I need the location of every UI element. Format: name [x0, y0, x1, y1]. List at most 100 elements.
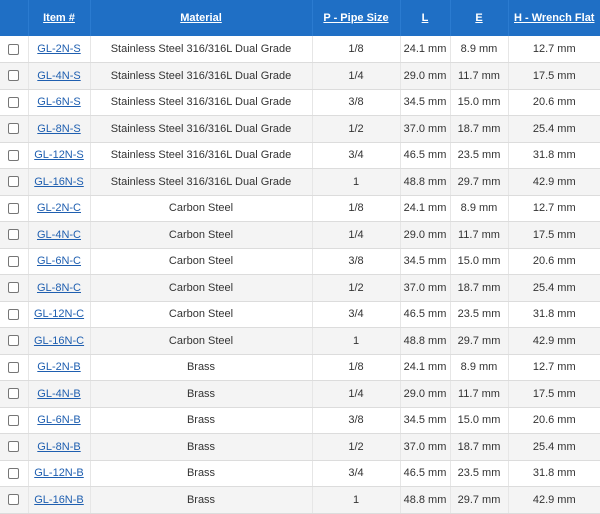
material-cell: Brass	[90, 460, 313, 487]
row-select-cell	[0, 168, 29, 196]
item-cell: GL-4N-S	[28, 62, 91, 90]
h-cell: 25.4 mm	[508, 115, 600, 143]
item-link[interactable]: GL-6N-C	[37, 255, 81, 267]
l-cell: 48.8 mm	[400, 327, 451, 355]
row-checkbox[interactable]	[8, 70, 20, 82]
item-link[interactable]: GL-2N-C	[37, 202, 81, 214]
e-cell: 11.7 mm	[450, 62, 509, 90]
item-link[interactable]: GL-2N-S	[37, 43, 80, 55]
l-cell: 48.8 mm	[400, 486, 451, 514]
item-link[interactable]: GL-12N-S	[34, 149, 84, 161]
material-cell: Stainless Steel 316/316L Dual Grade	[90, 89, 313, 116]
header-material[interactable]: Material	[90, 0, 313, 36]
item-link[interactable]: GL-4N-S	[37, 70, 80, 82]
row-checkbox[interactable]	[8, 441, 20, 453]
row-checkbox[interactable]	[8, 494, 20, 506]
row-checkbox[interactable]	[8, 467, 20, 479]
row-select-cell	[0, 36, 29, 63]
material-cell: Stainless Steel 316/316L Dual Grade	[90, 115, 313, 143]
h-cell: 17.5 mm	[508, 380, 600, 408]
e-cell: 23.5 mm	[450, 301, 509, 328]
row-select-cell	[0, 248, 29, 275]
header-e[interactable]: E	[450, 0, 509, 36]
h-cell: 12.7 mm	[508, 354, 600, 381]
e-cell: 18.7 mm	[450, 115, 509, 143]
e-cell: 11.7 mm	[450, 380, 509, 408]
item-link[interactable]: GL-4N-C	[37, 229, 81, 241]
row-checkbox[interactable]	[8, 388, 20, 400]
table-row: GL-4N-B Brass 1/4 29.0 mm 11.7 mm 17.5 mm	[0, 380, 600, 408]
item-link[interactable]: GL-8N-B	[37, 441, 80, 453]
header-pipe-size[interactable]: P - Pipe Size	[312, 0, 401, 36]
row-checkbox[interactable]	[8, 361, 20, 373]
material-cell: Brass	[90, 380, 313, 408]
item-link[interactable]: GL-12N-B	[34, 467, 84, 479]
row-checkbox[interactable]	[8, 335, 20, 347]
material-cell: Carbon Steel	[90, 248, 313, 275]
item-cell: GL-6N-B	[28, 407, 91, 434]
table-row: GL-4N-C Carbon Steel 1/4 29.0 mm 11.7 mm 17.5…	[0, 221, 600, 249]
table-row: GL-6N-C Carbon Steel 3/8 34.5 mm 15.0 mm 20.6…	[0, 248, 600, 275]
l-cell: 24.1 mm	[400, 36, 451, 63]
item-link[interactable]: GL-16N-B	[34, 494, 84, 506]
row-checkbox[interactable]	[8, 123, 20, 135]
item-link[interactable]: GL-16N-S	[34, 176, 84, 188]
pipe-size-cell: 1/2	[312, 274, 401, 302]
table-row: GL-6N-S Stainless Steel 316/316L Dual Gra…	[0, 89, 600, 116]
row-checkbox[interactable]	[8, 96, 20, 108]
row-select-cell	[0, 486, 29, 514]
item-cell: GL-16N-S	[28, 168, 91, 196]
l-cell: 29.0 mm	[400, 221, 451, 249]
item-cell: GL-4N-C	[28, 221, 91, 249]
row-select-cell	[0, 433, 29, 461]
h-cell: 17.5 mm	[508, 221, 600, 249]
pipe-size-cell: 1/4	[312, 380, 401, 408]
item-link[interactable]: GL-2N-B	[37, 361, 80, 373]
material-cell: Stainless Steel 316/316L Dual Grade	[90, 168, 313, 196]
header-l[interactable]: L	[400, 0, 451, 36]
l-cell: 34.5 mm	[400, 248, 451, 275]
l-cell: 46.5 mm	[400, 301, 451, 328]
header-h[interactable]: H - Wrench Flat	[508, 0, 600, 36]
item-link[interactable]: GL-8N-S	[37, 123, 80, 135]
row-checkbox[interactable]	[8, 229, 20, 241]
row-checkbox[interactable]	[8, 282, 20, 294]
row-checkbox[interactable]	[8, 43, 20, 55]
row-select-cell	[0, 89, 29, 116]
l-cell: 37.0 mm	[400, 274, 451, 302]
pipe-size-cell: 3/8	[312, 89, 401, 116]
table-row: GL-4N-S Stainless Steel 316/316L Dual Gra…	[0, 62, 600, 90]
e-cell: 11.7 mm	[450, 221, 509, 249]
h-cell: 31.8 mm	[508, 460, 600, 487]
item-cell: GL-8N-S	[28, 115, 91, 143]
l-cell: 48.8 mm	[400, 168, 451, 196]
row-checkbox[interactable]	[8, 176, 20, 188]
row-checkbox[interactable]	[8, 308, 20, 320]
item-link[interactable]: GL-6N-B	[37, 414, 80, 426]
h-cell: 42.9 mm	[508, 486, 600, 514]
pipe-size-cell: 3/4	[312, 301, 401, 328]
material-cell: Brass	[90, 407, 313, 434]
header-select	[0, 0, 29, 36]
row-checkbox[interactable]	[8, 414, 20, 426]
item-cell: GL-8N-C	[28, 274, 91, 302]
item-link[interactable]: GL-12N-C	[34, 308, 84, 320]
h-cell: 20.6 mm	[508, 407, 600, 434]
item-link[interactable]: GL-8N-C	[37, 282, 81, 294]
material-cell: Brass	[90, 354, 313, 381]
row-select-cell	[0, 115, 29, 143]
row-select-cell	[0, 221, 29, 249]
e-cell: 8.9 mm	[450, 195, 509, 222]
row-checkbox[interactable]	[8, 255, 20, 267]
h-cell: 42.9 mm	[508, 168, 600, 196]
item-link[interactable]: GL-4N-B	[37, 388, 80, 400]
row-select-cell	[0, 407, 29, 434]
table-row: GL-12N-S Stainless Steel 316/316L Dual Gr…	[0, 142, 600, 169]
header-item[interactable]: Item #	[28, 0, 91, 36]
e-cell: 18.7 mm	[450, 274, 509, 302]
item-link[interactable]: GL-16N-C	[34, 335, 84, 347]
row-checkbox[interactable]	[8, 202, 20, 214]
e-cell: 23.5 mm	[450, 142, 509, 169]
item-link[interactable]: GL-6N-S	[37, 96, 80, 108]
row-checkbox[interactable]	[8, 149, 20, 161]
